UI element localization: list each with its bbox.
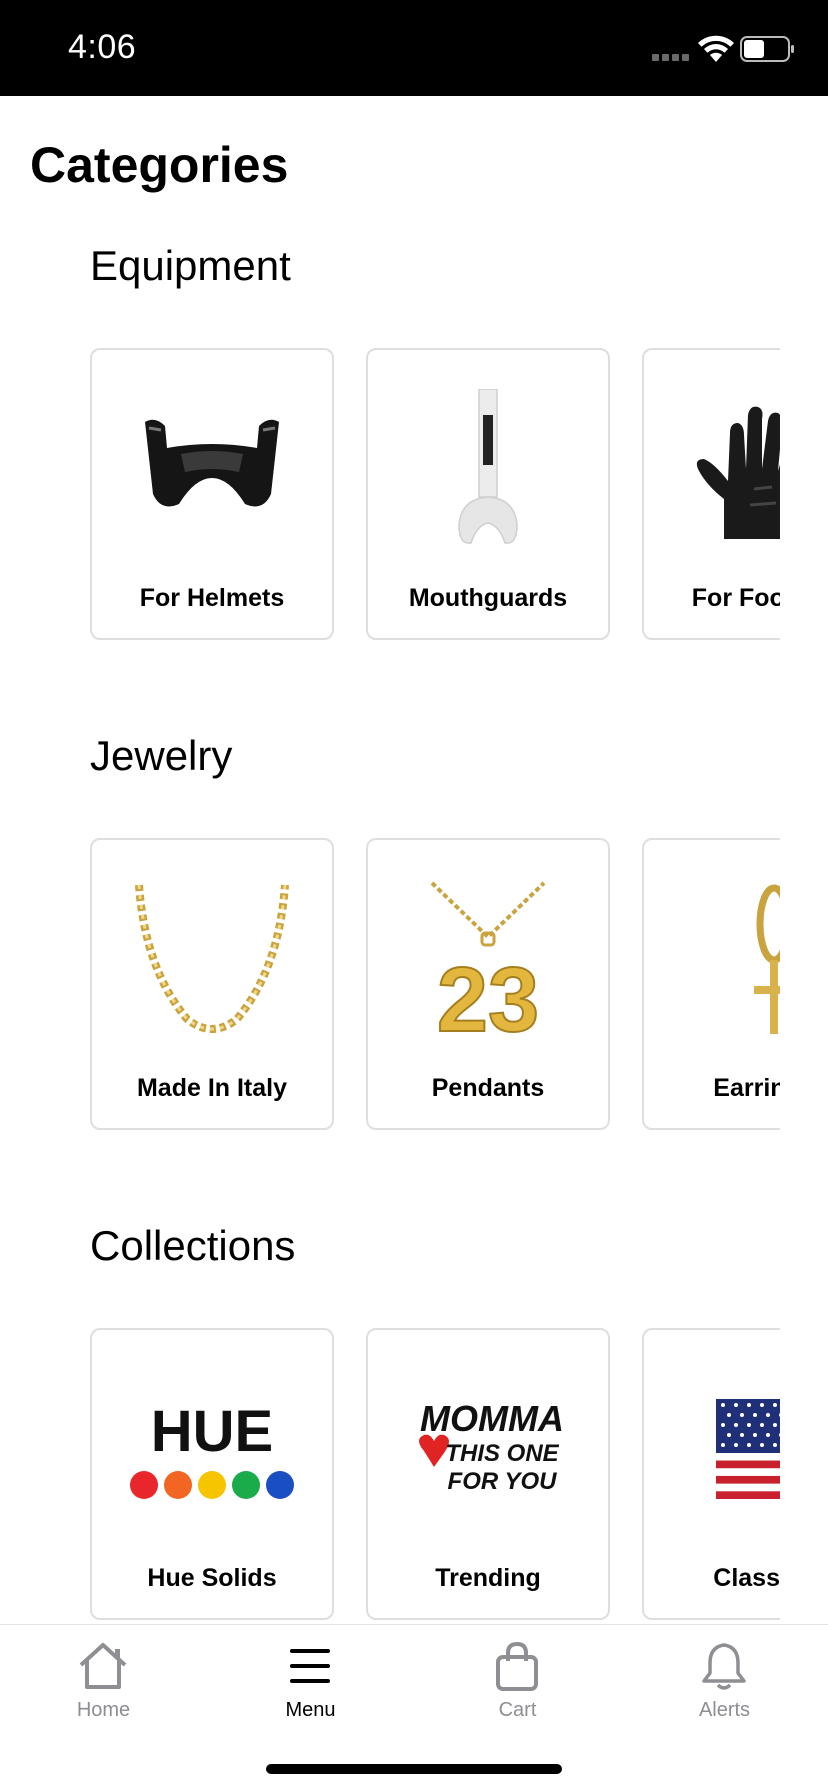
equipment-carousel[interactable]: For Helmets Mouthguards For Football: [90, 348, 780, 644]
category-card-trending[interactable]: MOMMA THIS ONE FOR YOU Trending: [366, 1328, 610, 1620]
helmet-visor-icon: [92, 374, 332, 564]
tab-cart[interactable]: Cart: [414, 1625, 621, 1735]
hue-color-dot: [130, 1471, 158, 1499]
section-title-collections: Collections: [90, 1222, 296, 1269]
category-card-for-football[interactable]: For Football: [642, 348, 780, 640]
category-card-hue-solids[interactable]: HUE Hue Solids: [90, 1328, 334, 1620]
football-glove-icon: [644, 374, 780, 564]
hue-color-dot: [164, 1471, 192, 1499]
status-time: 4:06: [68, 28, 137, 66]
hue-color-dots: [130, 1471, 294, 1499]
menu-icon: [290, 1649, 330, 1683]
hue-color-dot: [266, 1471, 294, 1499]
logo-line: MOMMA: [420, 1398, 564, 1439]
tab-label: Home: [76, 1699, 131, 1721]
hue-color-dot: [232, 1471, 260, 1499]
category-card-pendants[interactable]: 23 Pendants: [366, 838, 610, 1130]
us-flag-icon: [644, 1354, 780, 1544]
wifi-icon: [698, 35, 734, 62]
home-icon: [79, 1643, 127, 1689]
card-label: Pendants: [431, 1074, 545, 1102]
category-card-for-helmets[interactable]: For Helmets: [90, 348, 334, 640]
svg-text:23: 23: [437, 949, 539, 1039]
logo-line: THIS ONE: [445, 1440, 559, 1467]
collections-carousel[interactable]: HUE Hue Solids MOMMA THIS ONE FOR YOU Tr…: [90, 1328, 780, 1624]
hue-logo: HUE: [92, 1354, 332, 1544]
card-label: Hue Solids: [147, 1564, 277, 1592]
cellular-signal-icon: [652, 54, 689, 61]
status-bar: 4:06: [0, 0, 828, 96]
gold-chain-icon: [92, 864, 332, 1054]
momma-logo: MOMMA THIS ONE FOR YOU: [368, 1354, 608, 1544]
tab-menu[interactable]: Menu: [207, 1625, 414, 1735]
category-card-mouthguards[interactable]: Mouthguards: [366, 348, 610, 640]
battery-icon: [740, 36, 794, 62]
page-title: Categories: [30, 137, 289, 193]
card-label: For Helmets: [139, 584, 285, 612]
card-label: Mouthguards: [408, 584, 568, 612]
tab-label: Alerts: [698, 1699, 751, 1721]
card-label: Classics: [713, 1564, 780, 1592]
home-indicator: [266, 1764, 562, 1774]
tab-alerts[interactable]: Alerts: [621, 1625, 828, 1735]
cross-earring-icon: [644, 864, 780, 1054]
hue-logo-text: HUE: [151, 1399, 273, 1464]
logo-line: FOR YOU: [448, 1468, 558, 1495]
tab-label: Menu: [285, 1699, 336, 1721]
section-title-jewelry: Jewelry: [90, 732, 233, 779]
card-label: Trending: [435, 1564, 541, 1592]
category-card-earrings[interactable]: Earrings: [642, 838, 780, 1130]
tab-label: Cart: [498, 1699, 537, 1721]
number-pendant-icon: 23: [368, 864, 608, 1054]
hue-color-dot: [198, 1471, 226, 1499]
mouthguard-icon: [368, 374, 608, 564]
category-card-classics[interactable]: Classics: [642, 1328, 780, 1620]
tab-home[interactable]: Home: [0, 1625, 207, 1735]
card-label: Made In Italy: [136, 1074, 288, 1102]
section-title-equipment: Equipment: [90, 242, 291, 289]
jewelry-carousel[interactable]: Made In Italy 23 Pendants Earrings: [90, 838, 780, 1134]
bell-icon: [702, 1643, 746, 1690]
card-label: Earrings: [713, 1074, 780, 1102]
cart-bag-icon: [496, 1641, 538, 1691]
category-card-made-in-italy[interactable]: Made In Italy: [90, 838, 334, 1130]
card-label: For Football: [691, 584, 780, 612]
